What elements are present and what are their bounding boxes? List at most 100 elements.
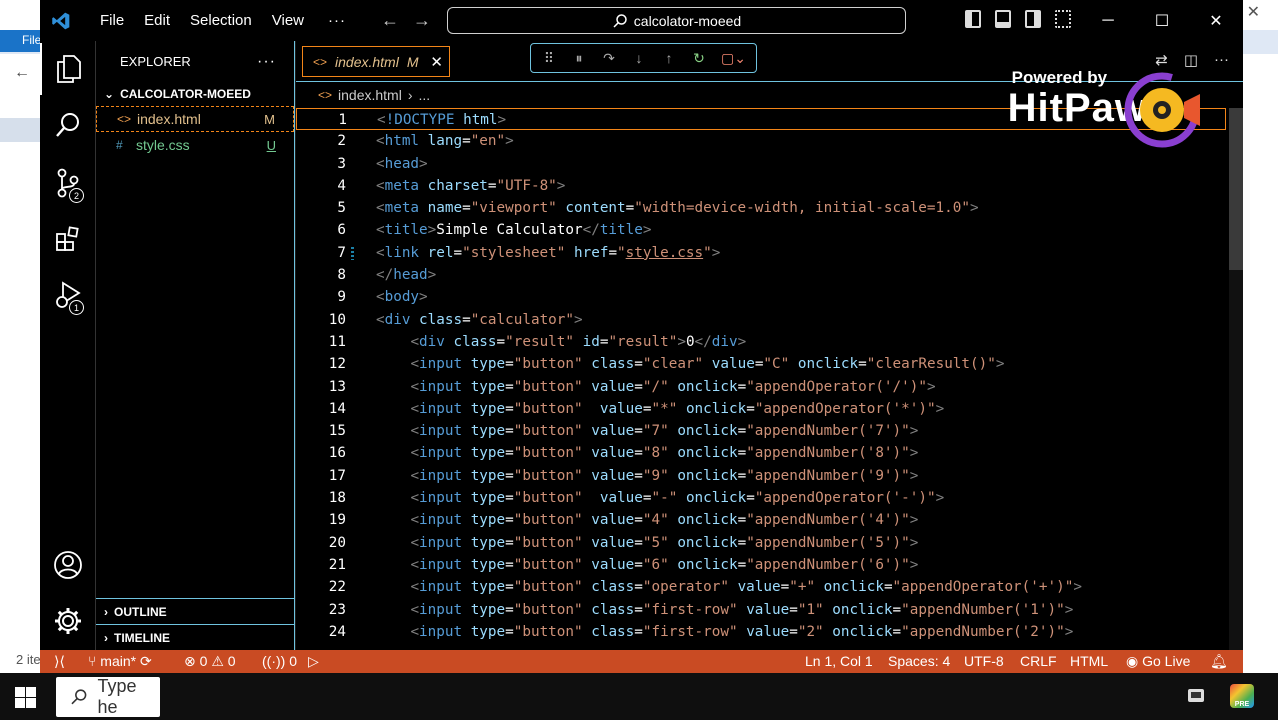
code-line[interactable]: 4 <meta charset="UTF-8"> bbox=[296, 175, 1226, 197]
close-button[interactable]: ✕ bbox=[1189, 0, 1243, 41]
code-line[interactable]: 14 <input type="button" value="*" onclic… bbox=[296, 398, 1226, 420]
breadcrumb-more[interactable]: ... bbox=[419, 87, 431, 103]
step-over-icon[interactable]: ↷ bbox=[601, 50, 617, 67]
code-line[interactable]: 6 <title>Simple Calculator</title> bbox=[296, 219, 1226, 241]
run-debug-icon[interactable]: 1 bbox=[40, 269, 96, 321]
code-line[interactable]: 2 <html lang="en"> bbox=[296, 130, 1226, 152]
step-out-icon[interactable]: ↑ bbox=[661, 50, 677, 66]
command-center[interactable]: calcolator-moeed bbox=[447, 7, 906, 34]
taskbar-search[interactable]: Type he bbox=[56, 676, 160, 717]
tab-index-html[interactable]: <> index.html M ✕ bbox=[302, 46, 450, 77]
code-line[interactable]: 20 <input type="button" value="5" onclic… bbox=[296, 532, 1226, 554]
pause-icon[interactable]: ⏸ bbox=[571, 50, 587, 67]
problems-indicator[interactable]: ⊗ 0 ⚠ 0 bbox=[184, 650, 236, 673]
code-line[interactable]: 9 <body> bbox=[296, 286, 1226, 308]
file-name: style.css bbox=[136, 137, 190, 153]
language-mode[interactable]: HTML bbox=[1070, 650, 1108, 673]
forward-arrow-icon[interactable]: → bbox=[412, 10, 432, 31]
code-line[interactable]: 22 <input type="button" class="operator"… bbox=[296, 576, 1226, 598]
split-editor-icon[interactable]: ◫ bbox=[1184, 51, 1198, 69]
menu-view[interactable]: View bbox=[262, 0, 314, 41]
code-line[interactable]: 3 <head> bbox=[296, 153, 1226, 175]
warning-count: 0 bbox=[227, 653, 236, 669]
toggle-panel-icon[interactable] bbox=[995, 10, 1011, 28]
windows-start-icon[interactable] bbox=[15, 687, 36, 708]
code-line[interactable]: 19 <input type="button" value="4" onclic… bbox=[296, 509, 1226, 531]
window-controls: ─ ☐ ✕ bbox=[1081, 0, 1243, 41]
code-line[interactable]: 7 <link rel="stylesheet" href="style.css"… bbox=[296, 242, 1226, 264]
code-line[interactable]: 13 <input type="button" value="/" onclic… bbox=[296, 376, 1226, 398]
encoding[interactable]: UTF-8 bbox=[964, 650, 1004, 673]
background-close-icon[interactable]: ✕ bbox=[1247, 2, 1260, 22]
code-line[interactable]: 21 <input type="button" value="6" onclic… bbox=[296, 554, 1226, 576]
notifications-bell-icon[interactable]: 🔔︎ bbox=[1210, 650, 1228, 673]
toggle-sidebar-icon[interactable] bbox=[965, 10, 981, 28]
drag-handle-icon[interactable]: ⠿ bbox=[541, 50, 557, 67]
cursor-position[interactable]: Ln 1, Col 1 bbox=[805, 650, 873, 673]
code-line[interactable]: 15 <input type="button" value="7" onclic… bbox=[296, 420, 1226, 442]
background-back-icon[interactable]: ← bbox=[14, 64, 30, 82]
line-number: 11 bbox=[328, 333, 346, 350]
code-line[interactable]: 24 <input type="button" class="first-row… bbox=[296, 621, 1226, 643]
explorer-icon[interactable] bbox=[40, 43, 96, 95]
workspace-folder[interactable]: ⌄ CALCOLATOR-MOEED bbox=[96, 82, 294, 106]
minimize-button[interactable]: ─ bbox=[1081, 0, 1135, 41]
line-ending[interactable]: CRLF bbox=[1020, 650, 1057, 673]
menu-more-button[interactable]: ··· bbox=[314, 0, 360, 41]
background-file-tab[interactable]: File bbox=[0, 30, 42, 52]
menu-selection[interactable]: Selection bbox=[180, 0, 262, 41]
debug-launch-icon[interactable]: ▷ bbox=[308, 650, 319, 673]
scrollbar-thumb[interactable] bbox=[1229, 108, 1243, 270]
line-number: 2 bbox=[337, 133, 346, 150]
tray-app-icon[interactable] bbox=[1186, 686, 1206, 706]
line-text: <div class="result" id="result">0</div> bbox=[410, 333, 747, 350]
back-arrow-icon[interactable]: ← bbox=[380, 10, 400, 31]
go-live-button[interactable]: ◉ Go Live bbox=[1126, 650, 1190, 673]
line-text: <head> bbox=[376, 155, 428, 172]
settings-gear-icon[interactable] bbox=[40, 595, 96, 647]
indentation[interactable]: Spaces: 4 bbox=[888, 650, 950, 673]
menu-file[interactable]: File bbox=[90, 0, 134, 41]
toggle-secondary-sidebar-icon[interactable] bbox=[1025, 10, 1041, 28]
stop-icon[interactable]: ▢⌄ bbox=[721, 50, 746, 67]
accounts-icon[interactable] bbox=[40, 539, 96, 591]
code-line[interactable]: 8 </head> bbox=[296, 264, 1226, 286]
file-item-index-html[interactable]: <> index.html M bbox=[96, 106, 294, 132]
remote-icon[interactable]: ⟩⟨ bbox=[54, 650, 65, 673]
explorer-more-button[interactable]: ··· bbox=[257, 53, 276, 71]
copilot-icon[interactable]: PRE bbox=[1230, 684, 1254, 708]
branch-indicator[interactable]: ⑂ main* ⟳ bbox=[88, 650, 152, 673]
code-line[interactable]: 10 <div class="calculator"> bbox=[296, 309, 1226, 331]
code-line[interactable]: 11 <div class="result" id="result">0</di… bbox=[296, 331, 1226, 353]
line-text: <input type="button" value="*" onclick="… bbox=[410, 400, 945, 417]
step-into-icon[interactable]: ↓ bbox=[631, 50, 647, 66]
file-item-style-css[interactable]: # style.css U bbox=[96, 132, 294, 158]
maximize-button[interactable]: ☐ bbox=[1135, 0, 1189, 41]
source-control-icon[interactable]: 2 bbox=[40, 157, 96, 209]
editor-area: <> index.html M ✕ ⠿ ⏸ ↷ ↓ ↑ ↻ ▢⌄ ⇄ ◫ ···… bbox=[296, 41, 1243, 650]
tab-close-icon[interactable]: ✕ bbox=[430, 53, 443, 71]
timeline-section[interactable]: › TIMELINE bbox=[96, 624, 295, 650]
git-change-marker bbox=[351, 246, 354, 260]
restart-icon[interactable]: ↻ bbox=[691, 50, 707, 67]
code-editor[interactable]: 1 <!DOCTYPE html> 2 <html lang="en"> 3 <head>… bbox=[296, 108, 1226, 650]
code-line[interactable]: 17 <input type="button" value="9" onclic… bbox=[296, 465, 1226, 487]
line-number: 8 bbox=[337, 267, 346, 284]
more-actions-icon[interactable]: ··· bbox=[1214, 51, 1229, 69]
broadcast-icon: ◉ bbox=[1126, 653, 1139, 669]
ports-indicator[interactable]: ((·)) 0 bbox=[262, 650, 297, 673]
menu-edit[interactable]: Edit bbox=[134, 0, 180, 41]
search-icon[interactable] bbox=[40, 99, 96, 151]
breadcrumb-file[interactable]: index.html bbox=[338, 87, 402, 103]
code-line[interactable]: 16 <input type="button" value="8" onclic… bbox=[296, 442, 1226, 464]
tab-status: M bbox=[406, 53, 419, 70]
code-line[interactable]: 5 <meta name="viewport" content="width=de… bbox=[296, 197, 1226, 219]
extensions-icon[interactable] bbox=[40, 213, 96, 265]
customize-layout-icon[interactable] bbox=[1055, 10, 1071, 28]
compare-changes-icon[interactable]: ⇄ bbox=[1155, 51, 1168, 69]
code-line[interactable]: 12 <input type="button" class="clear" va… bbox=[296, 353, 1226, 375]
code-line[interactable]: 18 <input type="button" value="-" onclic… bbox=[296, 487, 1226, 509]
outline-section[interactable]: › OUTLINE bbox=[96, 598, 295, 624]
code-line[interactable]: 23 <input type="button" class="first-row… bbox=[296, 599, 1226, 621]
line-number: 3 bbox=[337, 155, 346, 172]
